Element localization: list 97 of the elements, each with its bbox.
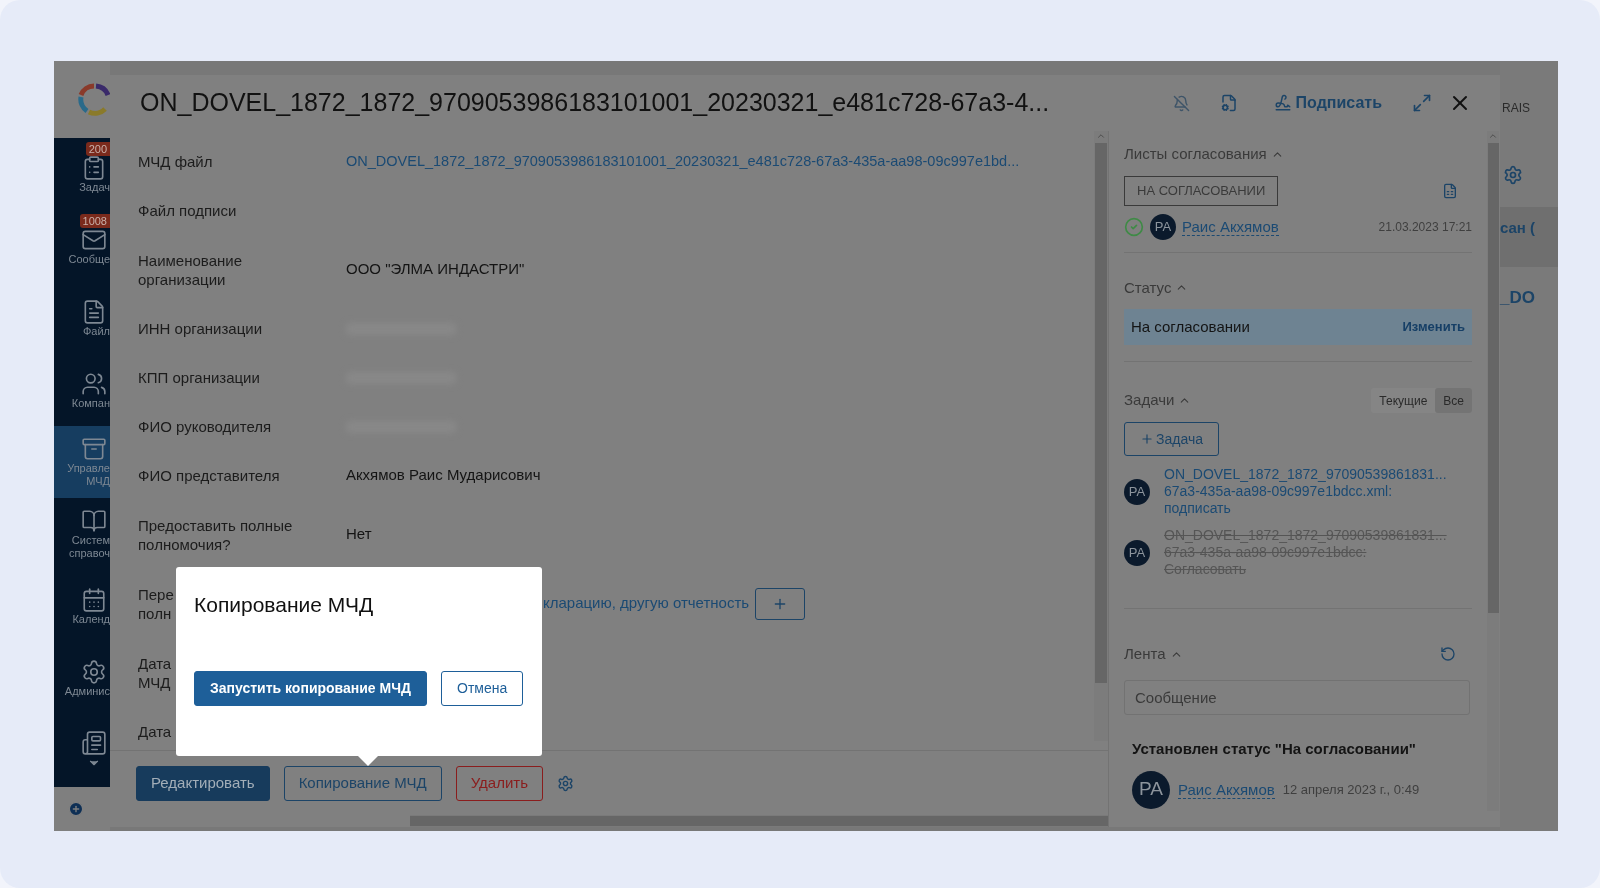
date-text: 21.03.2023 17:21: [1378, 218, 1472, 236]
file-link[interactable]: ON_DOVEL_1872_1872_9709053986183101001_20230321_e481c728-67a3-435a-aa98-09c997e1bd...: [346, 150, 1020, 173]
action-button[interactable]: Удалить: [455, 765, 543, 801]
sidebar-label: МЧД: [86, 475, 110, 488]
field-label: Предоставить полные: [138, 515, 293, 535]
count-badge: 200: [85, 142, 110, 156]
section-title: Лента: [1124, 644, 1166, 664]
document-settings-icon[interactable]: [1219, 94, 1238, 112]
person-link[interactable]: Раис Акхямов: [1182, 217, 1279, 236]
scrollbar[interactable]: [1094, 131, 1108, 741]
avatar: РА: [1124, 539, 1150, 566]
plus-icon: [1140, 432, 1154, 446]
status-text: На согласовании: [1131, 316, 1250, 337]
dialog-button[interactable]: Отмена: [441, 670, 524, 706]
field-label: Пере: [138, 584, 174, 604]
section-title: Задачи: [1124, 390, 1175, 411]
field-label: МЧД файл: [138, 152, 213, 171]
field-value: ООО "ЭЛМА ИНДАСТРИ": [346, 259, 525, 280]
sidebar-label: справоч: [68, 547, 110, 560]
task-link[interactable]: ON_DOVEL_1872_1872_97090539861831...: [1164, 466, 1447, 483]
filter-tab[interactable]: Все: [1435, 388, 1472, 413]
scroll-up-icon[interactable]: [1096, 131, 1106, 141]
user-name: RAIS: [1501, 100, 1531, 117]
sidebar-label: Управле: [67, 462, 110, 475]
sidebar-item[interactable]: Админис: [54, 642, 110, 714]
date-text: 12 апреля 2023 г., 0:49: [1282, 780, 1420, 799]
refresh-icon[interactable]: [1440, 646, 1456, 663]
sidebar-item[interactable]: 1008 Сообще: [54, 210, 110, 282]
horizontal-scrollbar[interactable]: [410, 815, 1108, 827]
sidebar-item[interactable]: Календ: [54, 570, 110, 642]
sidebar-label: Сообще: [68, 252, 110, 266]
avatar: РА: [1124, 478, 1150, 505]
field-label: ФИО представителя: [138, 466, 280, 485]
status-badge: НА СОГЛАСОВАНИИ: [1124, 175, 1279, 206]
avatar: РА: [1132, 770, 1170, 809]
calendar-icon: [81, 586, 107, 613]
action-button[interactable]: Редактировать: [136, 765, 270, 801]
table-cell-text: _DO: [1500, 287, 1536, 309]
field-label: МЧД: [138, 672, 171, 692]
field-label: ИНН организации: [138, 319, 262, 338]
sidebar-item[interactable]: Управле МЧД: [54, 426, 110, 498]
settings-icon[interactable]: [557, 774, 574, 792]
settings-icon[interactable]: [1503, 165, 1523, 185]
action-button[interactable]: Копирование МЧД: [283, 765, 442, 801]
archive-box-icon: [81, 436, 107, 462]
field-value: Акхямов Раис Мударисович: [346, 465, 541, 486]
book-icon: [81, 508, 107, 534]
table-cell: сан (: [1500, 207, 1558, 267]
sidebar-item[interactable]: Компан: [54, 354, 110, 426]
field-label: Файл подписи: [138, 201, 237, 220]
field-label: ФИО руководителя: [138, 417, 272, 436]
people-icon: [81, 370, 107, 397]
field-label: организации: [138, 269, 226, 289]
field-label: полномочия?: [138, 534, 231, 554]
spreadsheet-file-icon[interactable]: [1442, 182, 1458, 199]
sidebar-label: Задач: [79, 180, 110, 194]
field-label: КПП организации: [138, 368, 260, 387]
sidebar-item[interactable]: Систем справоч: [54, 498, 110, 570]
sidebar-label: Админис: [64, 684, 110, 698]
scroll-up-icon[interactable]: [1488, 131, 1498, 141]
sidebar-item[interactable]: Файл: [54, 282, 110, 354]
filter-tab[interactable]: Текущие: [1371, 388, 1436, 413]
field-value: Нет: [346, 524, 372, 545]
task-link[interactable]: 67a3-435a-aa98-09c997e1bdcc.xml:: [1164, 483, 1447, 500]
field-label: Дата: [138, 653, 172, 673]
logo-icon: [78, 82, 110, 117]
sidebar-item[interactable]: 200 Задач: [54, 138, 110, 210]
person-link[interactable]: Раис Акхямов: [1178, 780, 1275, 799]
settings-icon: [81, 658, 107, 685]
event-title: Установлен статус "На согласовании": [1132, 739, 1416, 757]
change-link[interactable]: Изменить: [1402, 317, 1465, 337]
bell-off-icon[interactable]: [1172, 94, 1190, 112]
sidebar-label: Календ: [72, 612, 110, 626]
expand-icon[interactable]: [1412, 93, 1432, 113]
scrollbar[interactable]: [1487, 131, 1499, 811]
field-label: Наименование: [138, 250, 242, 270]
sidebar-label: Файл: [82, 324, 110, 338]
field-label: полн: [138, 603, 172, 623]
sidebar-label: Компан: [71, 396, 110, 410]
dialog-title: Копирование МЧД: [194, 592, 375, 618]
sidebar-label: Систем: [71, 534, 110, 547]
count-badge: 1008: [79, 214, 110, 228]
sign-button[interactable]: Подписать: [1273, 91, 1382, 115]
add-button[interactable]: [755, 587, 806, 620]
add-task-button[interactable]: Задача: [1124, 422, 1219, 456]
window-title: ON_DOVEL_1872_1872_9709053986183101001_20230321_e481c728-67a3-4...: [140, 87, 1050, 119]
dialog-button[interactable]: Запустить копирование МЧД: [194, 670, 427, 706]
newspaper-icon: [81, 730, 107, 756]
section-title: Статус: [1124, 277, 1172, 298]
link[interactable]: кларацию, другую отчетность: [543, 592, 750, 615]
message-field[interactable]: Сообщение: [1124, 679, 1470, 715]
task-link[interactable]: подписать: [1164, 500, 1447, 517]
field-label: Дата: [138, 722, 172, 741]
avatar: РА: [1150, 213, 1176, 240]
add-circle-icon[interactable]: [68, 801, 84, 817]
section-title: Листы согласования: [1124, 144, 1267, 164]
signature-icon: [1273, 94, 1292, 112]
